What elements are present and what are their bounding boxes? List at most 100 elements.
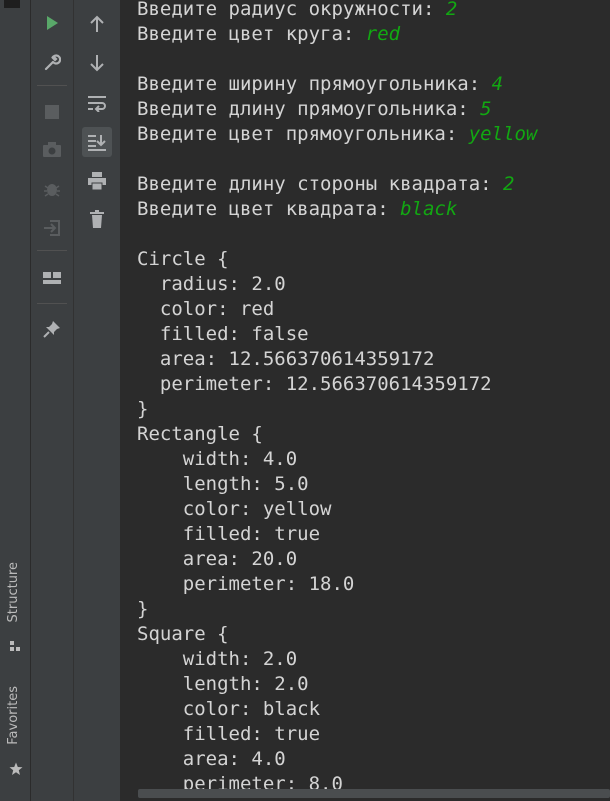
user-input-text: 4 bbox=[491, 73, 504, 95]
stripe-top-tab[interactable] bbox=[4, 0, 20, 8]
console-line: } bbox=[137, 597, 148, 622]
console-line: length: 2.0 bbox=[137, 672, 309, 697]
console-line: filled: true bbox=[137, 522, 320, 547]
pin-icon bbox=[43, 320, 61, 338]
toolbar-separator bbox=[37, 250, 67, 251]
console-line-text: area: 20.0 bbox=[137, 548, 298, 570]
scroll-to-end-icon bbox=[87, 133, 107, 151]
run-toolbar-secondary bbox=[74, 0, 121, 801]
scroll-to-end-button[interactable] bbox=[82, 127, 112, 157]
console-line: Введите ширину прямоугольника: 4 bbox=[137, 72, 503, 97]
console-line-text: area: 12.566370614359172 bbox=[137, 348, 435, 370]
console-line: Square { bbox=[137, 622, 229, 647]
console-line-text: Введите цвет квадрата: bbox=[137, 198, 401, 220]
star-icon bbox=[9, 762, 23, 780]
soft-wrap-button[interactable] bbox=[82, 88, 112, 118]
console-line-text: Введите цвет прямоугольника: bbox=[137, 123, 469, 145]
console-line: filled: false bbox=[137, 322, 309, 347]
console-line: Введите цвет прямоугольника: yellow bbox=[137, 122, 537, 147]
console-line-text: perimeter: 18.0 bbox=[137, 573, 355, 595]
structure-icon bbox=[9, 640, 21, 656]
run-icon bbox=[44, 15, 60, 31]
console-line-text: color: yellow bbox=[137, 498, 332, 520]
edit-config-button[interactable] bbox=[37, 48, 67, 78]
console-line-text: width: 4.0 bbox=[137, 448, 298, 470]
user-input-text: red bbox=[365, 23, 401, 45]
user-input-text: black bbox=[400, 198, 458, 220]
user-input-text: 2 bbox=[445, 0, 458, 20]
console-line-text: radius: 2.0 bbox=[137, 273, 286, 295]
stop-button[interactable] bbox=[37, 97, 67, 127]
console-line-text: Введите ширину прямоугольника: bbox=[137, 73, 492, 95]
console-line: Circle { bbox=[137, 247, 229, 272]
next-occurrence-button[interactable] bbox=[82, 48, 112, 78]
structure-tab[interactable]: Structure bbox=[6, 562, 26, 657]
clear-all-button[interactable] bbox=[82, 204, 112, 234]
wrench-icon bbox=[43, 54, 61, 72]
print-button[interactable] bbox=[82, 166, 112, 196]
run-toolbar-primary bbox=[31, 0, 74, 801]
console-line-text: filled: true bbox=[137, 523, 321, 545]
console-line-text: Введите длину стороны квадрата: bbox=[137, 173, 504, 195]
toolbar-separator bbox=[37, 85, 67, 86]
console-line: width: 2.0 bbox=[137, 647, 297, 672]
soft-wrap-icon bbox=[87, 94, 107, 112]
console-line-text: color: black bbox=[137, 698, 321, 720]
console-line: Введите цвет круга: red bbox=[137, 22, 400, 47]
debug-icon bbox=[43, 180, 61, 198]
restore-layout-button[interactable] bbox=[37, 264, 67, 294]
console-line-text: Rectangle { bbox=[137, 423, 263, 445]
rerun-button[interactable] bbox=[37, 8, 67, 38]
console-line: Введите длину стороны квадрата: 2 bbox=[137, 172, 515, 197]
console-line: area: 12.566370614359172 bbox=[137, 347, 435, 372]
favorites-tab-label: Favorites bbox=[6, 686, 21, 745]
console-line: radius: 2.0 bbox=[137, 272, 286, 297]
console-line-text: Введите цвет круга: bbox=[137, 23, 366, 45]
trash-icon bbox=[89, 210, 105, 228]
pin-tab-button[interactable] bbox=[37, 314, 67, 344]
layout-icon bbox=[42, 271, 62, 287]
dump-threads-button[interactable] bbox=[37, 135, 67, 165]
console-line: color: red bbox=[137, 297, 274, 322]
toolbar-separator bbox=[37, 303, 67, 304]
console-line: color: yellow bbox=[137, 497, 332, 522]
exit-button[interactable] bbox=[37, 213, 67, 243]
console-line: area: 20.0 bbox=[137, 547, 297, 572]
console-line: width: 4.0 bbox=[137, 447, 297, 472]
console-line-text: width: 2.0 bbox=[137, 648, 298, 670]
console-line-text: filled: true bbox=[137, 723, 321, 745]
print-icon bbox=[87, 172, 107, 190]
console-line: perimeter: 12.566370614359172 bbox=[137, 372, 492, 397]
console-line-text: } bbox=[137, 398, 149, 420]
tool-window-stripe: Structure Favorites bbox=[0, 0, 31, 801]
console-line-text: } bbox=[137, 598, 149, 620]
console-line: area: 4.0 bbox=[137, 747, 286, 772]
console-line-text: area: 4.0 bbox=[137, 748, 286, 770]
console-line: perimeter: 18.0 bbox=[137, 572, 355, 597]
horizontal-scrollbar[interactable] bbox=[138, 789, 610, 798]
console-line: Введите цвет квадрата: black bbox=[137, 197, 457, 222]
console-line-text: Circle { bbox=[137, 248, 229, 270]
login-icon bbox=[43, 219, 61, 237]
console-output[interactable]: Введите радиус окружности: 2 Введите цвет… bbox=[121, 0, 610, 801]
console-line-text: filled: false bbox=[137, 323, 309, 345]
debug-button[interactable] bbox=[37, 174, 67, 204]
console-line: color: black bbox=[137, 697, 320, 722]
structure-tab-label: Structure bbox=[6, 562, 21, 623]
favorites-tab[interactable]: Favorites bbox=[6, 686, 26, 786]
console-line-text: length: 5.0 bbox=[137, 473, 309, 495]
arrow-up-icon bbox=[89, 15, 105, 33]
camera-icon bbox=[42, 142, 62, 158]
prev-occurrence-button[interactable] bbox=[82, 9, 112, 39]
stop-icon bbox=[45, 105, 59, 119]
console-line: } bbox=[137, 397, 148, 422]
console-line-text: Введите длину прямоугольника: bbox=[137, 98, 481, 120]
console-line-text: Square { bbox=[137, 623, 229, 645]
console-line-text: perimeter: 12.566370614359172 bbox=[137, 373, 492, 395]
user-input-text: 2 bbox=[503, 173, 515, 195]
console-line-text: color: red bbox=[137, 298, 275, 320]
arrow-down-icon bbox=[89, 54, 105, 72]
console-line-text: length: 2.0 bbox=[137, 673, 309, 695]
console-line: filled: true bbox=[137, 722, 320, 747]
user-input-text: yellow bbox=[468, 123, 538, 145]
